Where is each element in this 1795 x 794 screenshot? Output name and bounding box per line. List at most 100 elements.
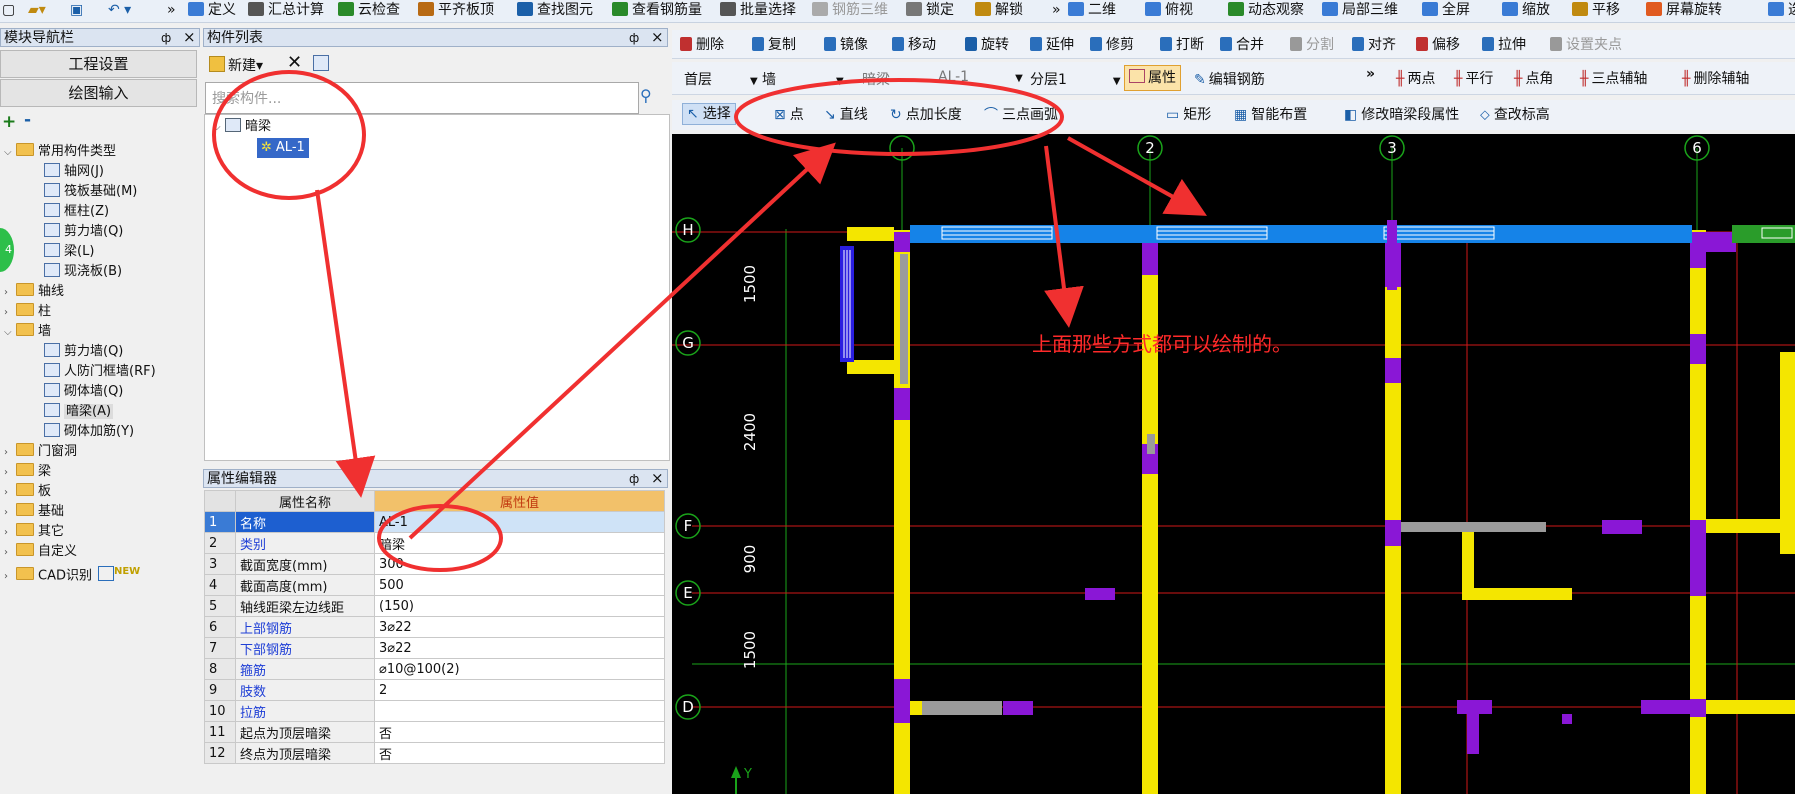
floor-select[interactable]: 首层 ▼ bbox=[684, 69, 758, 89]
new-button[interactable]: 新建▾ bbox=[209, 55, 263, 75]
toolbar-button-14[interactable]: 全屏 bbox=[1422, 0, 1470, 20]
twisty-icon[interactable]: › bbox=[4, 303, 16, 323]
toolbar-button-12[interactable]: 动态观察 bbox=[1228, 0, 1304, 20]
type-select[interactable]: 墙 ▼ bbox=[762, 69, 844, 89]
aux-axis-button-3[interactable]: ╫ 三点辅轴 bbox=[1580, 69, 1647, 89]
tree-other-2[interactable]: › 板 bbox=[4, 482, 51, 502]
toolbar-button-10[interactable]: 二维 bbox=[1068, 0, 1116, 20]
tree-axis[interactable]: › 轴线 bbox=[4, 282, 64, 302]
prop-value[interactable]: AL-1 bbox=[374, 511, 665, 533]
search-box[interactable]: 搜索构件... bbox=[205, 82, 639, 114]
aux-axis-button-2[interactable]: ╫ 点角 bbox=[1514, 69, 1553, 89]
edit-button-4[interactable]: 旋转 bbox=[965, 35, 1009, 55]
draw-button-6[interactable]: ▦ 智能布置 bbox=[1234, 105, 1307, 125]
toolbar-button-0[interactable]: 定义 bbox=[188, 0, 236, 20]
twisty-icon[interactable]: › bbox=[4, 283, 16, 303]
tree-common-item-4[interactable]: 梁(L) bbox=[44, 242, 94, 262]
toolbar-button-16[interactable]: 平移 bbox=[1572, 0, 1620, 20]
tree-other-4[interactable]: › 其它 bbox=[4, 522, 64, 542]
aux-axis-button-0[interactable]: ╫ 两点 bbox=[1396, 69, 1435, 89]
save-icon[interactable]: ▣ bbox=[70, 0, 83, 20]
twisty-icon[interactable]: › bbox=[4, 567, 16, 587]
prop-value[interactable]: (150) bbox=[374, 595, 665, 617]
toolbar-button-1[interactable]: 汇总计算 bbox=[248, 0, 324, 20]
edit-button-13[interactable]: 设置夹点 bbox=[1550, 35, 1622, 55]
tree-other-5[interactable]: › 自定义 bbox=[4, 542, 77, 562]
prop-row[interactable]: 8 箍筋 ⌀10@100(2) bbox=[204, 658, 665, 680]
toolbar-button-18[interactable]: 选 bbox=[1768, 0, 1795, 20]
tree-other-0[interactable]: › 门窗洞 bbox=[4, 442, 77, 462]
aux-axis-button-1[interactable]: ╫ 平行 bbox=[1454, 69, 1493, 89]
draw-button-8[interactable]: ⬦ 查改标高 bbox=[1480, 105, 1550, 125]
project-settings-button[interactable]: 工程设置 bbox=[0, 50, 197, 78]
delete-icon[interactable]: ✕ bbox=[287, 52, 302, 73]
edit-button-0[interactable]: 删除 bbox=[680, 35, 724, 55]
tree-other-1[interactable]: › 梁 bbox=[4, 462, 51, 482]
comp-item-al1[interactable]: ✲ AL-1 bbox=[257, 138, 309, 158]
comp-group-row[interactable]: ⌵ 暗梁 bbox=[213, 117, 271, 137]
pin-icon[interactable]: ф bbox=[161, 29, 171, 48]
draw-button-2[interactable]: ↘ 直线 bbox=[824, 105, 868, 125]
open-file-icon[interactable]: ▰▾ bbox=[28, 0, 46, 20]
prop-row[interactable]: 3 截面宽度(mm) 300 bbox=[204, 553, 665, 575]
edit-button-8[interactable]: 合并 bbox=[1220, 35, 1264, 55]
tree-wall-item-0[interactable]: 剪力墙(Q) bbox=[44, 342, 123, 362]
toolbar-button-13[interactable]: 局部三维 bbox=[1322, 0, 1398, 20]
toolbar-button-7[interactable]: 钢筋三维 bbox=[812, 0, 888, 20]
new-file-icon[interactable]: ▢ bbox=[2, 0, 15, 20]
expand-all-icon[interactable]: + bbox=[2, 112, 16, 132]
prop-value[interactable]: 2 bbox=[374, 679, 665, 701]
edit-button-6[interactable]: 修剪 bbox=[1090, 35, 1134, 55]
toolbar-button-5[interactable]: 查看钢筋量 bbox=[612, 0, 702, 20]
tree-common[interactable]: ⌵ 常用构件类型 bbox=[4, 142, 116, 162]
prop-value[interactable]: 3⌀22 bbox=[374, 637, 665, 659]
toolbar-button-4[interactable]: 查找图元 bbox=[517, 0, 593, 20]
twisty-icon[interactable]: › bbox=[4, 523, 16, 543]
prop-value[interactable]: 否 bbox=[374, 742, 665, 764]
search-icon[interactable]: ⚲ bbox=[640, 86, 652, 105]
properties-button[interactable]: 属性 bbox=[1124, 65, 1181, 91]
tree-wall-item-1[interactable]: 人防门框墙(RF) bbox=[44, 362, 156, 382]
prop-row[interactable]: 12 终点为顶层暗梁否 bbox=[204, 742, 665, 764]
edit-button-7[interactable]: 打断 bbox=[1160, 35, 1204, 55]
draw-button-1[interactable]: ⊠ 点 bbox=[774, 105, 804, 125]
tree-other-3[interactable]: › 基础 bbox=[4, 502, 64, 522]
aux-axis-button-4[interactable]: ╫ 删除辅轴 bbox=[1682, 69, 1749, 89]
edit-rebar-button[interactable]: ✎ 编辑钢筋 bbox=[1194, 69, 1265, 89]
prop-row[interactable]: 7 下部钢筋 3⌀22 bbox=[204, 637, 665, 659]
cad-canvas[interactable]: H G F E D 2 3 6 1500 2400 900 1500 Y 上面那… bbox=[672, 134, 1795, 794]
draw-button-3[interactable]: ↻ 点加长度 bbox=[890, 105, 962, 125]
draw-button-4[interactable]: ⌒ 三点画弧 bbox=[984, 105, 1058, 125]
tree-common-item-5[interactable]: 现浇板(B) bbox=[44, 262, 122, 282]
toolbar-button-15[interactable]: 缩放 bbox=[1502, 0, 1550, 20]
more-icon[interactable]: » bbox=[1366, 66, 1375, 82]
toolbar-button-11[interactable]: 俯视 bbox=[1145, 0, 1193, 20]
prop-row[interactable]: 5 轴线距梁左边线距 (150) bbox=[204, 595, 665, 617]
twisty-icon[interactable]: › bbox=[4, 443, 16, 463]
toolbar-button-8[interactable]: 锁定 bbox=[906, 0, 954, 20]
close-icon[interactable]: × bbox=[651, 469, 664, 488]
twisty-icon[interactable]: › bbox=[4, 483, 16, 503]
prop-value[interactable]: 暗梁 bbox=[374, 532, 665, 554]
prop-value[interactable]: ⌀10@100(2) bbox=[374, 658, 665, 680]
toolbar-more-icon-2[interactable]: » bbox=[1052, 0, 1061, 20]
undo-icon[interactable]: ↶ ▾ bbox=[108, 0, 131, 20]
prop-row[interactable]: 9 肢数 2 bbox=[204, 679, 665, 701]
comp-type-select[interactable]: 暗梁 bbox=[862, 69, 890, 89]
pin-icon[interactable]: ф bbox=[629, 470, 639, 489]
prop-value[interactable]: 否 bbox=[374, 721, 665, 743]
prop-row[interactable]: 6 上部钢筋 3⌀22 bbox=[204, 616, 665, 638]
edit-button-10[interactable]: 对齐 bbox=[1352, 35, 1396, 55]
layer-select[interactable]: 分层1 ▼ bbox=[1030, 69, 1121, 89]
draw-button-0[interactable]: ↖ 选择 bbox=[682, 103, 736, 125]
close-icon[interactable]: × bbox=[651, 28, 664, 47]
prop-value[interactable]: 3⌀22 bbox=[374, 616, 665, 638]
prop-row[interactable]: 10 拉筋 bbox=[204, 700, 665, 722]
tree-common-item-2[interactable]: 框柱(Z) bbox=[44, 202, 109, 222]
tree-wall[interactable]: ⌵ 墙 bbox=[4, 322, 51, 342]
drawing-input-button[interactable]: 绘图输入 bbox=[0, 79, 197, 107]
prop-row[interactable]: 2 类别 暗梁 bbox=[204, 532, 665, 554]
toolbar-button-9[interactable]: 解锁 bbox=[975, 0, 1023, 20]
draw-button-5[interactable]: ▭ 矩形 bbox=[1166, 105, 1211, 125]
twisty-icon[interactable]: › bbox=[4, 503, 16, 523]
